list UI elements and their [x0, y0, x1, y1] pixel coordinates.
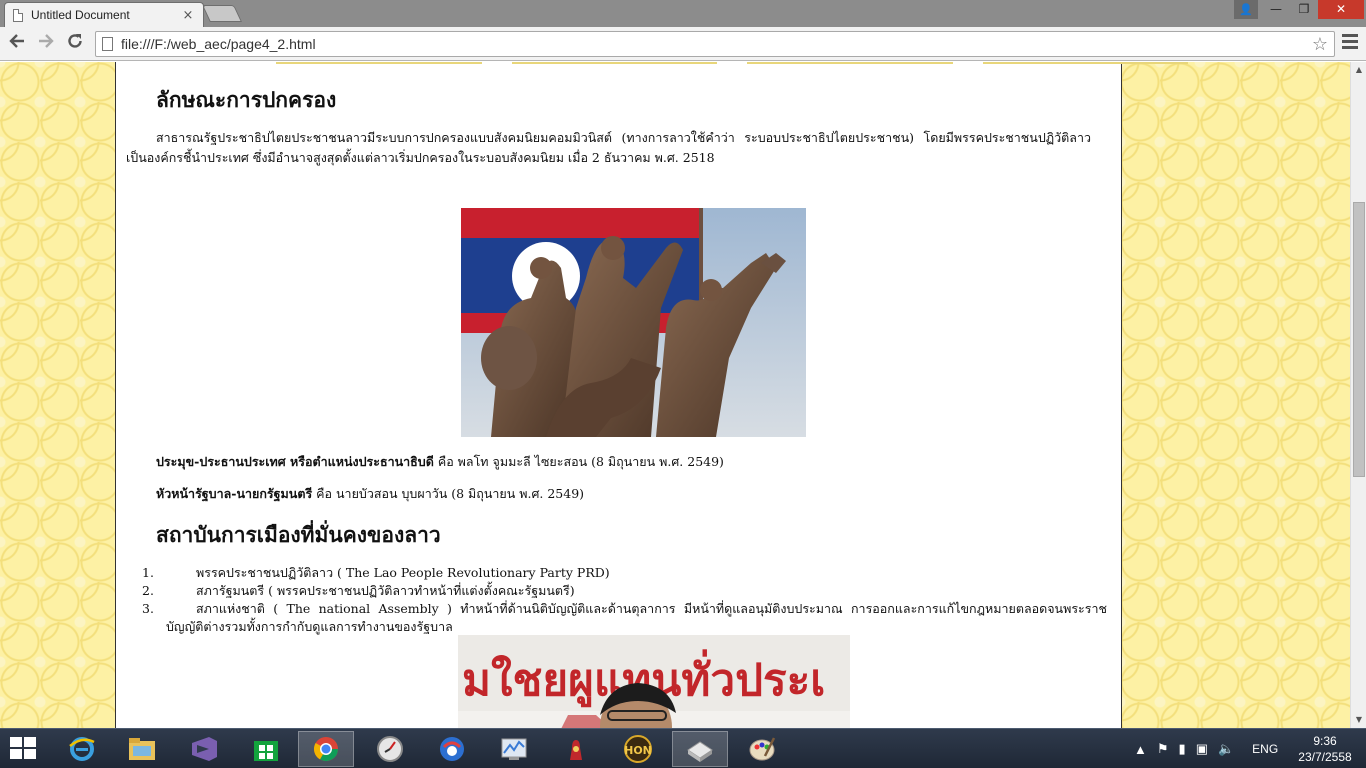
document-icon — [13, 8, 23, 22]
back-button[interactable] — [5, 32, 29, 56]
address-bar[interactable]: file:///F:/web_aec/page4_2.html ☆ — [95, 31, 1335, 57]
clock-date: 23/7/2558 — [1298, 750, 1352, 764]
head-of-state-line: ประมุข-ประธานประเทศ หรือตำแหน่งประธานาธิ… — [156, 452, 724, 472]
top-decoration — [276, 62, 1188, 64]
user-profile-icon[interactable]: 👤 — [1234, 0, 1258, 19]
volume-icon[interactable]: 🔈 — [1218, 741, 1234, 757]
media-player-icon[interactable] — [424, 731, 480, 767]
head-of-government-label: หัวหน้ารัฐบาล-นายกรัฐมนตรี — [156, 486, 313, 501]
store-icon[interactable] — [238, 731, 294, 767]
chrome-menu-icon[interactable] — [1342, 34, 1358, 52]
game-app-icon[interactable] — [548, 731, 604, 767]
scroll-up-arrow-icon[interactable]: ▲ — [1351, 62, 1366, 78]
browser-titlebar: Untitled Document × 👤 — ❐ ✕ — [0, 0, 1366, 27]
official-photo: มใชยผูแทนทั่วประเ — [458, 635, 850, 728]
scroll-down-arrow-icon[interactable]: ▼ — [1351, 712, 1366, 728]
browser-tab[interactable]: Untitled Document × — [4, 2, 204, 27]
system-tray: ▲ ⚑ ▮ ▣ 🔈 ENG — [1134, 729, 1278, 768]
list-item: 1. พรรคประชาชนปฏิวัติลาว ( The Lao Peopl… — [142, 564, 1107, 582]
clock-app-icon[interactable] — [362, 731, 418, 767]
action-center-flag-icon[interactable]: ⚑ — [1157, 741, 1169, 757]
tab-close-button[interactable]: × — [181, 8, 195, 23]
institutions-list: 1. พรรคประชาชนปฏิวัติลาว ( The Lao Peopl… — [142, 564, 1107, 636]
back-arrow-icon — [9, 34, 24, 48]
minimize-button[interactable]: — — [1262, 0, 1290, 19]
reload-button[interactable] — [63, 32, 87, 56]
statue-photo — [461, 208, 806, 437]
storage-app-icon[interactable] — [672, 731, 728, 767]
list-text: พรรคประชาชนปฏิวัติลาว ( The Lao People R… — [196, 565, 610, 580]
head-of-government-value: คือ นายบัวสอน บุบผาวัน (8 มิถุนายน พ.ศ. … — [316, 486, 585, 501]
network-icon[interactable]: ▣ — [1196, 741, 1208, 757]
forward-arrow-icon — [39, 34, 54, 48]
language-indicator[interactable]: ENG — [1252, 742, 1278, 756]
performance-monitor-icon[interactable] — [486, 731, 542, 767]
hon-game-icon[interactable]: HON — [610, 731, 666, 767]
battery-icon[interactable]: ▮ — [1179, 741, 1186, 757]
paragraph-governance: สาธารณรัฐประชาธิปไตยประชาชนลาวมีระบบการป… — [126, 130, 1091, 165]
clock-time: 9:36 — [1313, 734, 1337, 748]
head-of-state-value: คือ พลโท จูมมะลี ไซยะสอน (8 มิถุนายน พ.ศ… — [437, 454, 724, 469]
url-text[interactable]: file:///F:/web_aec/page4_2.html — [121, 36, 1312, 52]
list-number: 2. — [142, 583, 154, 598]
content-column: ลักษณะการปกครอง สาธารณรัฐประชาธิปไตยประช… — [115, 62, 1188, 728]
maximize-button[interactable]: ❐ — [1290, 0, 1318, 19]
list-text: สภารัฐมนตรี ( พรรคประชาชนปฏิวัติลาวทำหน้… — [196, 583, 575, 598]
head-of-government-line: หัวหน้ารัฐบาล-นายกรัฐมนตรี คือ นายบัวสอน… — [156, 484, 584, 504]
scroll-thumb[interactable] — [1353, 202, 1365, 477]
page-viewport: ลักษณะการปกครอง สาธารณรัฐประชาธิปไตยประช… — [0, 62, 1350, 728]
browser-toolbar: file:///F:/web_aec/page4_2.html ☆ — [0, 27, 1366, 61]
internet-explorer-icon[interactable] — [54, 731, 110, 767]
list-item: 3. สภาแห่งชาติ ( The national Assembly )… — [142, 600, 1107, 636]
system-clock[interactable]: 9:36 23/7/2558 — [1292, 733, 1358, 765]
new-tab-button[interactable] — [202, 5, 242, 22]
svg-text:HON: HON — [624, 744, 652, 757]
reload-icon — [68, 34, 82, 48]
forward-button[interactable] — [34, 32, 58, 56]
windows-taskbar: HON ▲ ⚑ ▮ ▣ 🔈 ENG 9:36 23/7/2558 — [0, 728, 1366, 768]
head-of-state-label: ประมุข-ประธานประเทศ หรือตำแหน่งประธานาธิ… — [156, 454, 434, 469]
windows-start-icon[interactable] — [10, 737, 38, 761]
vertical-scrollbar[interactable]: ▲ ▼ — [1350, 62, 1366, 728]
chrome-icon[interactable] — [298, 731, 354, 767]
tab-title: Untitled Document — [31, 8, 130, 22]
show-hidden-icons-icon[interactable]: ▲ — [1134, 742, 1147, 757]
list-number: 1. — [142, 565, 154, 580]
page-icon — [102, 37, 113, 51]
file-explorer-icon[interactable] — [114, 731, 170, 767]
heading-governance: ลักษณะการปกครอง — [156, 88, 337, 112]
list-number: 3. — [142, 601, 154, 616]
list-text: สภาแห่งชาติ ( The national Assembly ) ทำ… — [166, 601, 1107, 634]
visual-studio-icon[interactable] — [176, 731, 232, 767]
list-item: 2. สภารัฐมนตรี ( พรรคประชาชนปฏิวัติลาวทำ… — [142, 582, 1107, 600]
heading-institutions: สถาบันการเมืองที่มั่นคงของลาว — [156, 523, 441, 547]
bookmark-star-icon[interactable]: ☆ — [1312, 34, 1328, 55]
paint-app-icon[interactable] — [734, 731, 790, 767]
close-window-button[interactable]: ✕ — [1318, 0, 1364, 19]
